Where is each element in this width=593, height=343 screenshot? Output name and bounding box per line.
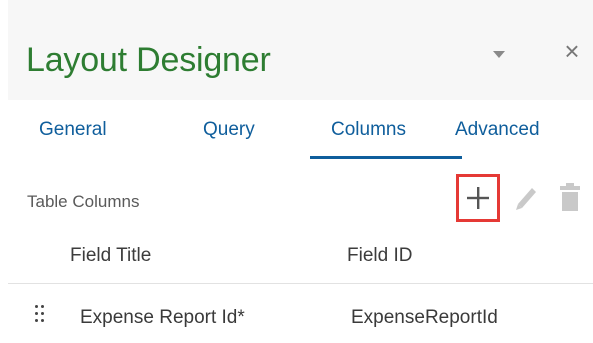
table-header: Field Title Field ID xyxy=(8,234,593,284)
row-field-title: Expense Report Id* xyxy=(80,307,245,328)
edit-column-button[interactable] xyxy=(512,184,538,212)
pencil-icon xyxy=(516,188,536,210)
tab-advanced[interactable]: Advanced xyxy=(455,118,540,142)
drag-handle-icon[interactable] xyxy=(35,305,49,327)
column-header-field-id: Field ID xyxy=(347,245,413,266)
tab-query[interactable]: Query xyxy=(203,118,255,142)
panel-header: Layout Designer × xyxy=(8,0,593,100)
column-header-field-title: Field Title xyxy=(70,245,152,266)
tab-general[interactable]: General xyxy=(39,118,107,142)
table-row[interactable]: Expense Report Id* ExpenseReportId xyxy=(8,290,593,343)
layout-designer-panel: Layout Designer × General Query Columns … xyxy=(8,0,593,343)
plus-icon xyxy=(467,187,489,209)
tab-columns[interactable]: Columns xyxy=(331,118,406,142)
chevron-down-icon xyxy=(493,51,505,58)
header-divider xyxy=(8,283,593,284)
table-columns-toolbar: Table Columns xyxy=(8,164,593,234)
add-column-button[interactable] xyxy=(456,174,500,222)
delete-column-button[interactable] xyxy=(558,182,582,212)
panel-title: Layout Designer xyxy=(26,41,271,79)
tab-bar: General Query Columns Advanced xyxy=(8,100,593,162)
dropdown-button[interactable] xyxy=(486,40,514,68)
close-button[interactable]: × xyxy=(557,34,587,68)
table-columns-label: Table Columns xyxy=(27,192,140,211)
active-tab-indicator xyxy=(310,156,462,159)
trash-icon xyxy=(560,183,580,211)
row-field-id: ExpenseReportId xyxy=(351,307,498,328)
